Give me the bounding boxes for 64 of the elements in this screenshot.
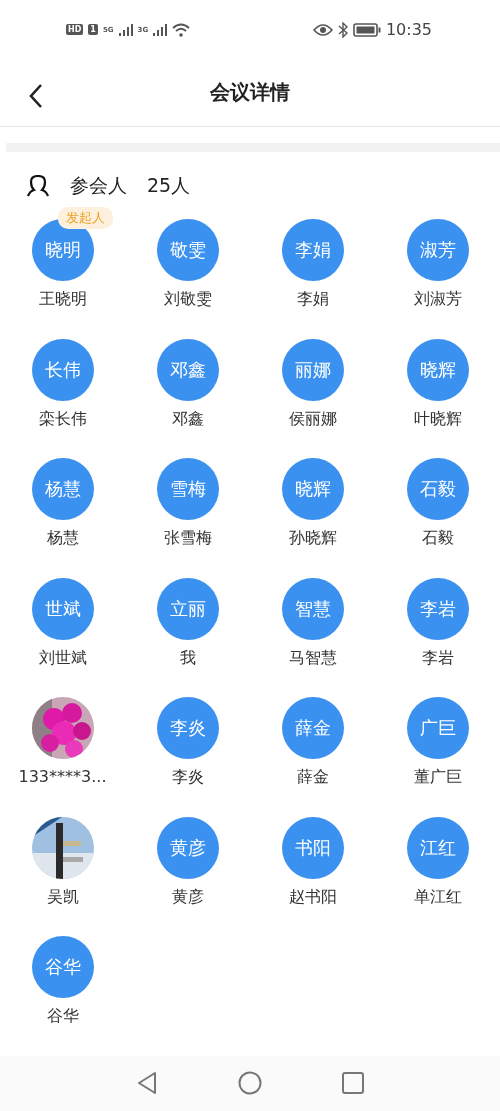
avatar[interactable]: 黄彦 <box>156 816 219 879</box>
attendee-name: 李岩 <box>421 647 454 669</box>
attendee-name: 董广巨 <box>413 767 462 789</box>
attendee-name: 吴凯 <box>46 886 79 908</box>
avatar[interactable]: 雪梅 <box>156 458 219 521</box>
avatar[interactable]: 智慧 <box>281 577 344 640</box>
attendee-name: 我 <box>179 647 196 669</box>
bluetooth-icon <box>337 21 348 38</box>
page-title: 会议详情 <box>210 79 290 107</box>
attendee-name: 单江红 <box>413 886 462 908</box>
avatar[interactable]: 丽娜 <box>281 338 344 401</box>
avatar[interactable]: 立丽 <box>156 577 219 640</box>
avatar[interactable]: 谷华 <box>31 936 94 999</box>
attendee-name: 李娟 <box>296 289 329 311</box>
attendee-name: 马智慧 <box>288 647 337 669</box>
avatar[interactable]: 薛金 <box>281 697 344 760</box>
attendee-name: 刘世斌 <box>38 647 87 669</box>
avatar[interactable]: 江红 <box>406 816 469 879</box>
person-icon <box>26 174 50 197</box>
signal-icon <box>118 23 133 36</box>
avatar[interactable]: 石毅 <box>406 458 469 521</box>
clock-time: 10:35 <box>385 20 432 40</box>
attendee-name: 叶晓辉 <box>413 408 462 430</box>
attendee-name: 杨慧 <box>46 528 79 550</box>
avatar[interactable]: 淑芳 <box>406 219 469 282</box>
attendee-name: 李炎 <box>171 767 204 789</box>
attendee-name: 刘敬雯 <box>163 289 212 311</box>
attendee-name: 刘淑芳 <box>413 289 462 311</box>
avatar[interactable]: 世斌 <box>31 577 94 640</box>
avatar[interactable]: 长伟 <box>31 338 94 401</box>
attendee-name: 黄彦 <box>171 886 204 908</box>
attendee-name: 谷华 <box>46 1006 79 1028</box>
avatar[interactable]: 敬雯 <box>156 219 219 282</box>
attendee-name: 张雪梅 <box>163 528 212 550</box>
attendee-name: 133****3... <box>18 767 107 787</box>
back-nav-button[interactable] <box>136 1071 158 1096</box>
home-nav-button[interactable] <box>238 1071 262 1096</box>
avatar[interactable]: 广巨 <box>406 697 469 760</box>
attendee-name: 栾长伟 <box>38 408 87 430</box>
avatar[interactable]: 杨慧 <box>31 458 94 521</box>
attendee-name: 邓鑫 <box>171 408 204 430</box>
battery-icon <box>352 22 381 37</box>
attendee-name: 赵书阳 <box>288 886 337 908</box>
avatar[interactable]: 晓辉 <box>406 338 469 401</box>
signal-icon <box>153 23 168 36</box>
wifi-icon <box>172 22 191 37</box>
attendee-name: 石毅 <box>421 528 454 550</box>
attendee-name: 孙晓辉 <box>288 528 337 550</box>
attendee-name: 侯丽娜 <box>288 408 337 430</box>
sim-indicator: 1 <box>88 24 98 36</box>
attendees-label: 参会人 <box>70 172 127 198</box>
avatar[interactable]: 邓鑫 <box>156 338 219 401</box>
attendee-name: 薛金 <box>296 767 329 789</box>
avatar[interactable]: 书阳 <box>281 816 344 879</box>
eye-icon <box>312 22 333 37</box>
avatar[interactable]: 李岩 <box>406 577 469 640</box>
avatar[interactable]: 李娟 <box>281 219 344 282</box>
organizer-badge: 发起人 <box>58 207 113 230</box>
attendee-name: 王晓明 <box>38 289 87 311</box>
hd-indicator: HD <box>66 24 84 36</box>
recents-nav-button[interactable] <box>342 1072 364 1095</box>
attendee-count: 25人 <box>147 172 191 198</box>
avatar[interactable]: 李炎 <box>156 697 219 760</box>
avatar[interactable]: 晓辉 <box>281 458 344 521</box>
